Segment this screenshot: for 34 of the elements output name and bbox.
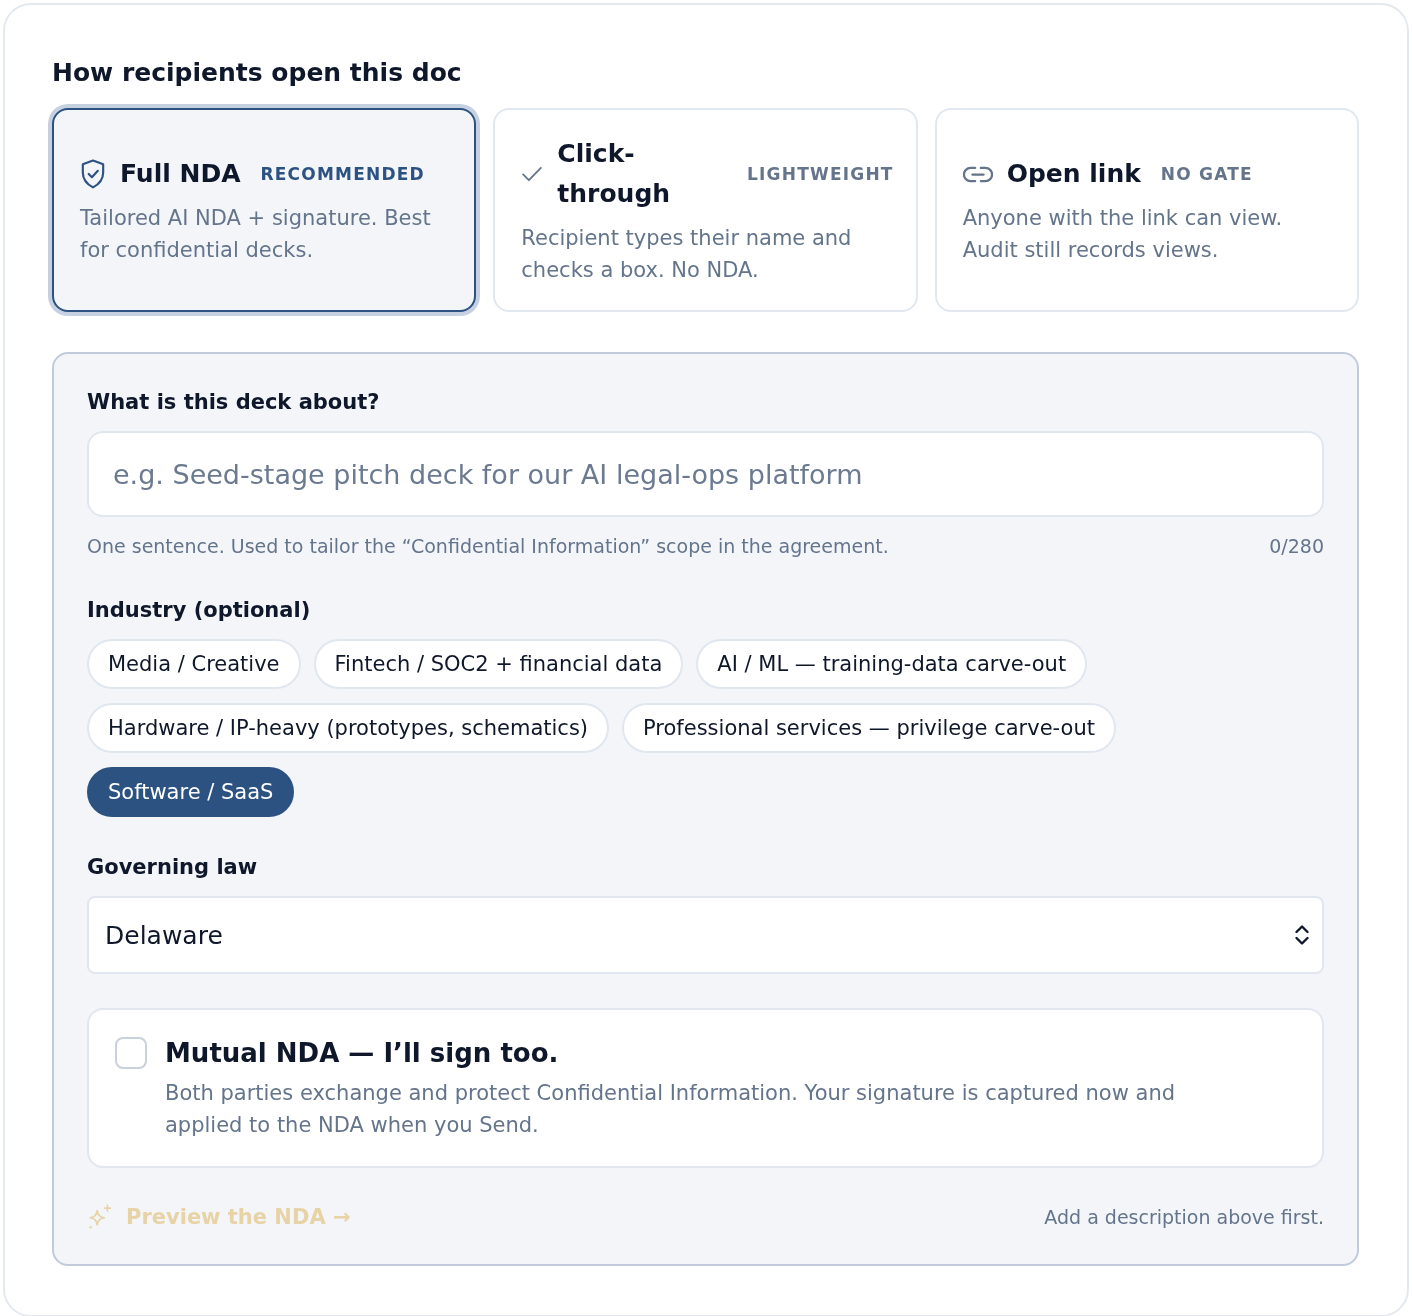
industry-chip[interactable]: Professional services — privilege carve-out — [622, 703, 1116, 753]
link-icon — [962, 165, 993, 183]
governing-law-select[interactable]: Delaware — [87, 896, 1324, 974]
shield-check-icon — [80, 159, 106, 189]
chevron-up-down-icon — [1294, 923, 1310, 947]
field-label: What is this deck about? — [87, 389, 381, 416]
field-label: Industry (optional) — [87, 597, 312, 624]
option-caption: NO GATE — [1160, 164, 1253, 184]
field-hint: One sentence. Used to tailor the “Confidential Information” scope in the agreement. — [87, 534, 889, 559]
character-counter: 0/280 — [1269, 534, 1324, 559]
check-icon — [521, 166, 544, 182]
option-description: Recipient types their name and checks a box. No NDA. — [521, 225, 853, 284]
option-title: Click-through — [557, 138, 672, 210]
checkbox-description: Both parties exchange and protect Confidential Information. Your signature is captured now and applied to the NDA when you Send. — [165, 1080, 1177, 1139]
industry-chip[interactable]: Hardware / IP-heavy (prototypes, schematics) — [87, 703, 610, 753]
option-caption: LIGHTWEIGHT — [747, 164, 894, 184]
sparkle-icon — [87, 1204, 113, 1230]
industry-chip[interactable]: Software / SaaS — [87, 767, 295, 817]
section-heading: How recipients open this doc — [52, 58, 463, 88]
industry-chip[interactable]: Media / Creative — [87, 639, 301, 689]
access-option-card[interactable]: Click-through LIGHTWEIGHT Recipient types their name and checks a box. No NDA. — [493, 108, 918, 312]
access-option-card[interactable]: Open link NO GATE Anyone with the link can view. Audit still records views. — [934, 108, 1359, 312]
description-input[interactable]: e.g. Seed-stage pitch deck for our AI legal-ops platform — [87, 431, 1324, 517]
helper-note: Add a description above first. — [1044, 1205, 1324, 1230]
option-description: Anyone with the link can view. Audit still records views. — [962, 205, 1284, 264]
checkbox[interactable] — [115, 1037, 147, 1069]
field-label: Governing law — [87, 854, 259, 881]
option-caption: RECOMMENDED — [260, 164, 425, 184]
option-title: Open link — [1006, 158, 1141, 190]
industry-chip[interactable]: AI / ML — training-data carve-out — [696, 639, 1088, 689]
industry-chip[interactable]: Fintech / SOC2 + financial data — [313, 639, 684, 689]
option-title: Full NDA — [120, 158, 241, 190]
checkbox-label: Mutual NDA — I’ll sign too. — [165, 1037, 560, 1070]
option-description: Tailored AI NDA + signature. Best for confidential decks. — [80, 205, 432, 264]
